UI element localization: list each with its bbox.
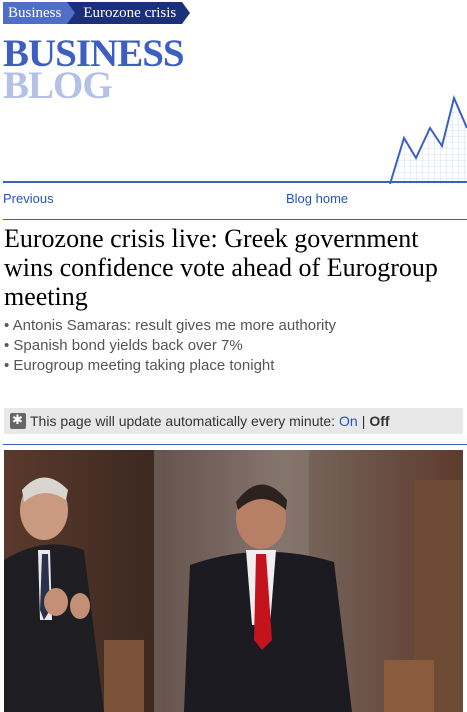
breadcrumb-eurozone-crisis-link[interactable]: Eurozone crisis <box>67 2 191 24</box>
breadcrumb-business-link[interactable]: Business <box>3 2 76 24</box>
photo-divider <box>3 444 467 445</box>
refresh-icon <box>10 412 26 429</box>
business-blog-logo[interactable]: BUSINESS BLOG <box>3 34 185 105</box>
auto-update-text: This page will update automatically ever… <box>30 413 336 429</box>
blog-home-link[interactable]: Blog home <box>286 191 348 206</box>
nav-divider <box>3 219 467 220</box>
auto-update-on-link[interactable]: On <box>339 413 358 429</box>
article-standfirst-list: Antonis Samaras: result gives me more au… <box>4 316 336 376</box>
article-photo <box>4 450 463 712</box>
article-headline: Eurozone crisis live: Greek government w… <box>4 224 438 311</box>
auto-update-off-link[interactable]: Off <box>369 413 389 429</box>
auto-update-separator: | <box>361 413 366 429</box>
standfirst-item: Antonis Samaras: result gives me more au… <box>4 316 336 336</box>
rising-graph-icon <box>389 94 467 184</box>
standfirst-item: Eurogroup meeting taking place tonight <box>4 356 336 376</box>
standfirst-item: Spanish bond yields back over 7% <box>4 336 336 356</box>
previous-link[interactable]: Previous <box>3 191 54 206</box>
header-divider <box>3 181 467 183</box>
auto-update-bar: This page will update automatically ever… <box>4 408 463 434</box>
breadcrumb: Business Eurozone crisis <box>3 2 191 24</box>
